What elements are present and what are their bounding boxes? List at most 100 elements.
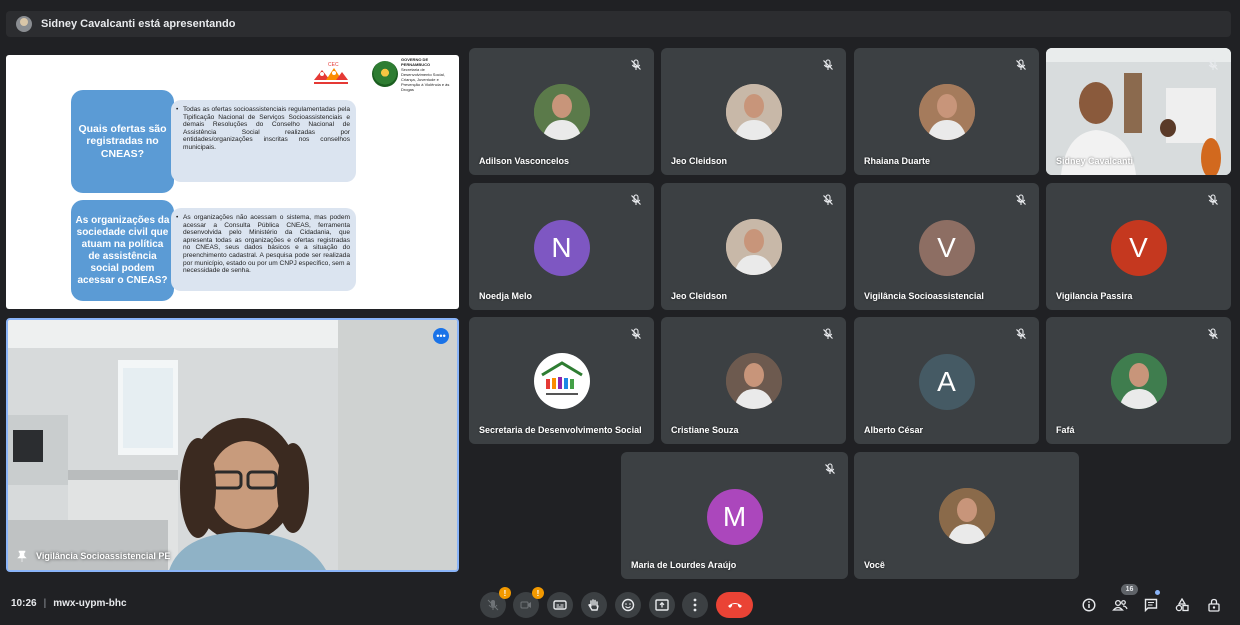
mic-muted-icon	[824, 462, 836, 474]
participant-photo-avatar	[1110, 353, 1167, 409]
host-controls-button[interactable]	[1204, 595, 1224, 615]
participant-name: Jeo Cleidson	[671, 156, 728, 166]
participant-name: Alberto César	[864, 425, 924, 435]
participant-name: Noedja Melo	[479, 291, 533, 301]
answer-1-box: • Todas as ofertas socioassistenciais re…	[171, 100, 356, 182]
mic-muted-icon	[822, 327, 834, 339]
meeting-code: mwx-uypm-bhc	[53, 598, 127, 609]
question-2: As organizações da sociedade civil que a…	[75, 214, 170, 286]
mic-muted-icon	[630, 327, 642, 339]
emoji-button[interactable]	[615, 592, 641, 618]
mic-warning-badge: !	[499, 587, 511, 599]
presenter-avatar	[16, 16, 32, 32]
participant-photo-avatar	[725, 353, 782, 409]
participant-name: Jeo Cleidson	[671, 291, 728, 301]
more-dots: •••	[436, 330, 446, 341]
participant-photo-avatar	[533, 84, 590, 140]
participant-initial-avatar: V	[918, 220, 975, 276]
mic-muted-icon	[630, 58, 642, 70]
government-logo: GOVERNO DE PERNAMBUCO Secretaria de Dese…	[372, 56, 452, 92]
meeting-details-button[interactable]	[1079, 595, 1099, 615]
participant-tile[interactable]: V Vigilância Socioassistencial	[854, 183, 1039, 310]
participant-tile[interactable]: Adilson Vasconcelos	[469, 48, 654, 175]
pin-icon[interactable]	[16, 550, 28, 562]
mic-muted-icon	[1207, 58, 1219, 70]
host-controls-icon	[1208, 598, 1220, 612]
people-icon	[1112, 599, 1128, 611]
tile-options-button[interactable]: •••	[433, 328, 449, 344]
emoji-icon	[621, 598, 635, 612]
mic-muted-icon	[1015, 58, 1027, 70]
info-icon	[1082, 598, 1096, 612]
people-button[interactable]	[1110, 595, 1130, 615]
mic-muted-icon	[1207, 193, 1219, 205]
participant-tile[interactable]: Rhaiana Duarte	[854, 48, 1039, 175]
participant-initial-avatar: V	[1110, 220, 1167, 276]
camera-button[interactable]: !	[513, 587, 544, 618]
answer-2: As organizações não acessam o sistema, m…	[183, 214, 350, 275]
raise-hand-icon	[588, 599, 599, 611]
cec-logo: CEC	[312, 62, 348, 84]
question-1-box: Quais ofertas são registradas no CNEAS?	[71, 90, 174, 193]
participant-tile[interactable]: Cristiane Souza	[661, 317, 846, 444]
mic-muted-icon	[822, 58, 834, 70]
clock-time: 10:26	[11, 598, 37, 609]
mic-muted-icon	[630, 193, 642, 205]
participant-tile[interactable]: M Maria de Lourdes Araújo	[621, 452, 848, 579]
present-button[interactable]	[649, 592, 675, 618]
chat-button[interactable]	[1141, 595, 1161, 615]
pinned-video-feed	[8, 320, 457, 570]
presentation-slide[interactable]: CEC GOVERNO DE PERNAMBUCO Secretaria de …	[6, 55, 459, 309]
microphone-button[interactable]: !	[480, 587, 511, 618]
participant-tile[interactable]: Jeo Cleidson	[661, 48, 846, 175]
participant-name: Vigilancia Passira	[1056, 291, 1133, 301]
presenting-banner: Sidney Cavalcanti está apresentando	[6, 11, 1231, 37]
participant-tile[interactable]: Sidney Cavalcanti	[1046, 48, 1231, 175]
camera-off-icon	[520, 601, 531, 609]
participant-tile[interactable]: Fafá	[1046, 317, 1231, 444]
participant-initial-avatar: N	[533, 220, 590, 276]
more-options-button[interactable]	[682, 592, 708, 618]
question-1: Quais ofertas são registradas no CNEAS?	[78, 122, 167, 160]
participant-tile[interactable]: V Vigilancia Passira	[1046, 183, 1231, 310]
raise-hand-button[interactable]	[581, 592, 607, 618]
meeting-info: 10:26 | mwx-uypm-bhc	[11, 598, 127, 609]
participant-photo-avatar	[918, 84, 975, 140]
end-call-icon	[727, 603, 742, 608]
captions-icon	[553, 600, 567, 610]
participant-tile[interactable]: A Alberto César	[854, 317, 1039, 444]
participant-tile[interactable]: Secretaria de Desenvolvimento Social	[469, 317, 654, 444]
more-options-icon	[693, 598, 697, 612]
participant-initial-avatar: A	[918, 354, 975, 410]
end-call-button[interactable]	[716, 592, 753, 618]
participant-initial-avatar: M	[706, 489, 763, 545]
participant-name: Você	[864, 560, 885, 570]
participant-name: Maria de Lourdes Araújo	[631, 560, 737, 570]
bottom-toolbar: 10:26 | mwx-uypm-bhc ! !	[0, 585, 1240, 625]
participant-tile[interactable]: N Noedja Melo	[469, 183, 654, 310]
participant-name: Rhaiana Duarte	[864, 156, 931, 166]
people-count-badge: 16	[1121, 584, 1138, 595]
captions-button[interactable]	[547, 592, 573, 618]
svg-text:CEC: CEC	[328, 62, 339, 68]
answer-2-box: • As organizações não acessam o sistema,…	[171, 208, 356, 291]
camera-warning-badge: !	[532, 587, 544, 599]
mic-off-icon	[487, 599, 499, 611]
activities-icon	[1175, 598, 1189, 612]
question-2-box: As organizações da sociedade civil que a…	[71, 200, 174, 301]
participant-name: Adilson Vasconcelos	[479, 156, 570, 166]
pinned-video-tile[interactable]: ••• Vigilância Socioassistencial PE	[6, 318, 459, 572]
participant-tile[interactable]: Jeo Cleidson	[661, 183, 846, 310]
participant-name: Vigilância Socioassistencial	[864, 291, 984, 301]
mic-muted-icon	[1015, 327, 1027, 339]
chat-unread-dot	[1155, 590, 1160, 595]
participant-tile[interactable]: Você	[854, 452, 1079, 579]
participant-name: Secretaria de Desenvolvimento Social	[479, 425, 642, 435]
mic-muted-icon	[822, 193, 834, 205]
activities-button[interactable]	[1172, 595, 1192, 615]
participant-name: Fafá	[1056, 425, 1075, 435]
presenting-text: Sidney Cavalcanti está apresentando	[41, 18, 236, 30]
gov-title: GOVERNO DE PERNAMBUCO	[401, 56, 431, 67]
participant-photo-avatar	[938, 488, 995, 544]
pinned-participant-name: Vigilância Socioassistencial PE	[36, 551, 171, 561]
